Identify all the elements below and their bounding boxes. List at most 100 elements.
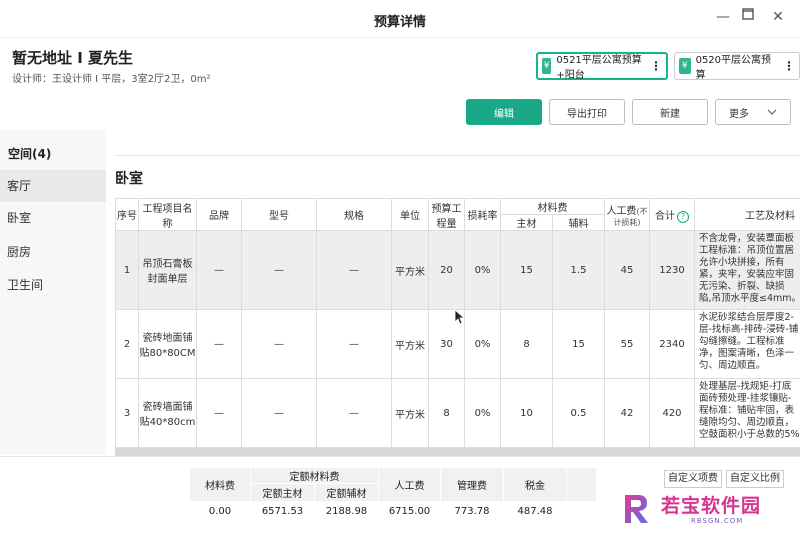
header-labor-label: 人工费 (606, 205, 637, 217)
sum-quota-main: 6571.53 (250, 501, 315, 522)
cell-unit: 平方米 (391, 378, 429, 448)
cell-spec: — (316, 378, 392, 448)
chevron-down-icon (767, 107, 777, 118)
header-material: 材料费 (500, 198, 605, 215)
sum-header-material-fee: 材料费 (189, 467, 251, 502)
sum-labor: 6715.00 (378, 501, 441, 522)
craft-line: 紧，夹牢，安装应牢固 (699, 269, 795, 280)
cell-main: 8 (500, 309, 553, 379)
sum-header-extra (566, 467, 597, 502)
cell-name: 瓷砖墙面铺贴40*80cm (138, 378, 197, 448)
craft-line: 缝隙均匀、周边顺直， (699, 417, 795, 428)
more-vertical-icon[interactable]: ⋮ (783, 59, 795, 73)
cell-seq: 1 (115, 230, 139, 310)
yen-icon: ¥ (679, 58, 691, 74)
sidebar-item-bedroom[interactable]: 卧室 (0, 202, 106, 234)
header-labor: 人工费(不计损耗) (604, 198, 650, 231)
header-brand: 品牌 (196, 198, 242, 231)
header-unit: 单位 (391, 198, 429, 231)
watermark-logo-icon (625, 495, 648, 523)
watermark-brand: 若宝软件园 (661, 495, 762, 517)
close-icon[interactable]: ✕ (768, 9, 788, 25)
craft-line: 空鼓面积小于总数的5% (699, 429, 800, 440)
header-aux: 辅料 (552, 214, 605, 231)
cell-labor: 55 (604, 309, 650, 379)
budget-detail-window: 预算详情 — ✕ 暂无地址 I 夏先生 设计师：王设计师 I 平层，3室2厅2卫… (0, 0, 800, 533)
help-icon[interactable]: ? (677, 210, 689, 223)
space-sidebar: 空间(4) 客厅 卧室 厨房 卫生间 (0, 130, 106, 455)
cell-total: 1230 (649, 230, 695, 310)
craft-line: 层-找标高-排砖-浸砖-铺 (699, 324, 799, 335)
sum-header-management: 管理费 (440, 467, 504, 502)
cell-total: 2340 (649, 309, 695, 379)
cell-brand: — (196, 230, 242, 310)
craft-line: 工程标准：吊顶位置居 (699, 245, 795, 256)
cell-model: — (241, 378, 317, 448)
header-total: 合计? (649, 198, 695, 231)
cell-brand: — (196, 378, 242, 448)
client-address: 暂无地址 I 夏先生 (12, 49, 134, 67)
cell-total: 420 (649, 378, 695, 448)
room-title: 卧室 (115, 171, 143, 187)
cell-loss: 0% (464, 378, 501, 448)
cell-unit: 平方米 (391, 230, 429, 310)
header-qty: 预算工程量 (428, 198, 465, 231)
cell-unit: 平方米 (391, 309, 429, 379)
craft-line: 匀、周边顺直。 (699, 360, 766, 371)
header-spec: 规格 (316, 198, 392, 231)
table-row[interactable]: 1 吊顶石膏板封面单层 — — — 平方米 20 0% 15 1.5 45 12… (115, 230, 800, 310)
craft-line: 处理基层-找规矩-打底 (699, 381, 792, 392)
sum-header-labor: 人工费 (378, 467, 441, 502)
cell-qty: 8 (428, 378, 465, 448)
watermark-url: RBSGN.COM (691, 517, 744, 525)
window-title: 预算详情 (373, 15, 426, 30)
horizontal-scrollbar[interactable] (115, 448, 800, 456)
edit-button[interactable]: 编辑 (466, 99, 542, 125)
cell-seq: 3 (115, 378, 139, 448)
sum-tax: 487.48 (503, 501, 567, 522)
craft-line: 不含龙骨，安装覃面板 (699, 233, 795, 244)
header-seq: 序号 (115, 198, 139, 231)
sum-header-tax: 税金 (503, 467, 567, 502)
header-main: 主材 (500, 214, 553, 231)
sidebar-item-living-room[interactable]: 客厅 (0, 170, 106, 202)
sidebar-item-kitchen[interactable]: 厨房 (0, 236, 106, 268)
header-craft: 工艺及材料 (694, 198, 800, 231)
cell-seq: 2 (115, 309, 139, 379)
cell-labor: 42 (604, 378, 650, 448)
watermark: 若宝软件园 RBSGN.COM (613, 488, 800, 533)
custom-items-fee-button[interactable]: 自定义项费 (664, 470, 722, 488)
cell-loss: 0% (464, 230, 501, 310)
cell-labor: 45 (604, 230, 650, 310)
more-vertical-icon[interactable]: ⋮ (650, 59, 662, 73)
new-button[interactable]: 新建 (632, 99, 708, 125)
craft-line: 勾缝擦缝。工程标准 (699, 336, 785, 347)
plan-tab-label: 0520平层公寓预算 (695, 55, 772, 81)
sidebar-item-bathroom[interactable]: 卫生间 (0, 269, 106, 301)
craft-line: 程标准：铺贴牢固，表 (699, 405, 795, 416)
title-bar: 预算详情 — ✕ (0, 0, 800, 38)
craft-line: 陷,吊顶水平度≤4mm。 (699, 293, 800, 304)
cell-craft: 不含龙骨，安装覃面板 工程标准：吊顶位置居 允许小块拼接，所有 紧，夹牢，安装应… (694, 230, 800, 310)
cell-spec: — (316, 230, 392, 310)
summary-table: 材料费 定额材料费 人工费 管理费 税金 定额主材 定额辅材 0.00 6571… (189, 467, 597, 522)
craft-line: 水泥砂浆结合层厚度2- (699, 312, 794, 323)
custom-ratio-button[interactable]: 自定义比例 (726, 470, 784, 488)
cell-brand: — (196, 309, 242, 379)
cell-spec: — (316, 309, 392, 379)
cell-aux: 0.5 (552, 378, 605, 448)
minimize-icon[interactable]: — (713, 9, 733, 25)
cell-model: — (241, 230, 317, 310)
cell-name: 吊顶石膏板封面单层 (138, 230, 197, 310)
sum-management: 773.78 (440, 501, 504, 522)
plan-tab-2[interactable]: ¥ 0520平层公寓预算 ⋮ (674, 52, 800, 81)
sum-material-fee: 0.00 (189, 501, 251, 522)
export-print-button[interactable]: 导出打印 (549, 99, 625, 125)
table-row[interactable]: 3 瓷砖墙面铺贴40*80cm — — — 平方米 8 0% 10 0.5 42… (115, 378, 800, 448)
more-dropdown[interactable]: 更多 (715, 99, 791, 125)
divider (115, 155, 800, 156)
header-total-label: 合计 (655, 210, 675, 222)
cell-main: 15 (500, 230, 553, 310)
plan-tab-1[interactable]: ¥ 0521平层公寓预算+阳台 ⋮ (536, 52, 668, 81)
maximize-icon[interactable] (738, 8, 758, 24)
